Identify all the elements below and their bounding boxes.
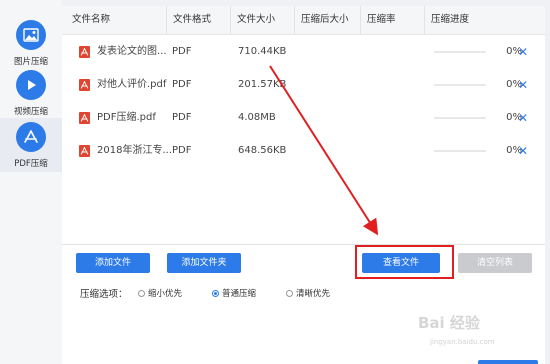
file-size: 201.57KB xyxy=(238,79,287,90)
compression-options-label: 压缩选项： xyxy=(80,289,128,300)
col-compressed-size[interactable]: 压缩后大小 xyxy=(294,6,360,34)
radio-shrink-priority[interactable] xyxy=(138,290,145,297)
col-file-size[interactable]: 文件大小 xyxy=(230,6,294,34)
radio-label: 缩小优先 xyxy=(148,289,183,299)
file-size: 4.08MB xyxy=(238,112,276,123)
col-compression-rate[interactable]: 压缩率 xyxy=(360,6,424,34)
sidebar-item-video-compress[interactable]: 视频压缩 xyxy=(0,70,62,117)
file-format: PDF xyxy=(172,145,192,156)
progress-bar xyxy=(434,84,486,86)
clear-list-button[interactable]: 清空列表 xyxy=(458,253,532,273)
watermark-url: jingyan.baidu.com xyxy=(430,338,495,346)
remove-file-icon[interactable]: ✕ xyxy=(518,102,528,134)
pdf-file-icon xyxy=(79,79,90,91)
file-name: 对他人评价.pdf xyxy=(97,79,167,90)
sidebar-item-label: PDF压缩 xyxy=(14,159,48,169)
file-format: PDF xyxy=(172,79,192,90)
watermark: Bai 经验 xyxy=(418,314,480,332)
progress-bar xyxy=(434,150,486,152)
file-size: 710.44KB xyxy=(238,46,287,57)
file-name: PDF压缩.pdf xyxy=(97,112,156,123)
pdf-file-icon xyxy=(79,46,90,58)
sidebar-item-label: 图片压缩 xyxy=(13,57,48,67)
sidebar: 图片压缩 视频压缩 PDF压缩 xyxy=(0,0,62,364)
radio-label: 普通压缩 xyxy=(222,289,257,299)
col-progress[interactable]: 压缩进度 xyxy=(424,6,545,34)
pdf-file-icon xyxy=(79,145,90,157)
sidebar-item-label: 视频压缩 xyxy=(13,107,48,117)
file-format: PDF xyxy=(172,46,192,57)
table-row[interactable]: PDF压缩.pdf PDF 4.08MB 0% ✕ xyxy=(62,102,545,134)
image-icon xyxy=(16,20,46,50)
table-row[interactable]: 对他人评价.pdf PDF 201.57KB 0% ✕ xyxy=(62,69,545,101)
add-folder-button[interactable]: 添加文件夹 xyxy=(167,253,241,273)
file-format: PDF xyxy=(172,112,192,123)
radio-clarity-priority[interactable] xyxy=(286,290,293,297)
main-panel: 文件名称 文件格式 文件大小 压缩后大小 压缩率 压缩进度 发表论文的图... … xyxy=(62,6,545,364)
file-name: 2018年浙江专... xyxy=(97,145,172,156)
file-table: 文件名称 文件格式 文件大小 压缩后大小 压缩率 压缩进度 发表论文的图... … xyxy=(62,6,545,245)
sidebar-item-pdf-compress[interactable]: PDF压缩 xyxy=(0,118,62,172)
remove-file-icon[interactable]: ✕ xyxy=(518,69,528,101)
progress-bar xyxy=(434,117,486,119)
radio-normal-compress[interactable] xyxy=(212,290,219,297)
table-row[interactable]: 2018年浙江专... PDF 648.56KB 0% ✕ xyxy=(62,135,545,167)
remove-file-icon[interactable]: ✕ xyxy=(518,135,528,167)
file-name: 发表论文的图... xyxy=(97,46,167,57)
table-row[interactable]: 发表论文的图... PDF 710.44KB 0% ✕ xyxy=(62,36,545,68)
progress-bar xyxy=(434,51,486,53)
file-size: 648.56KB xyxy=(238,145,287,156)
annotation-highlight-box xyxy=(355,245,454,279)
play-icon xyxy=(16,70,46,100)
pdf-file-icon xyxy=(79,112,90,124)
col-file-name[interactable]: 文件名称 xyxy=(66,6,166,34)
radio-label: 清晰优先 xyxy=(296,289,331,299)
add-file-button[interactable]: 添加文件 xyxy=(76,253,150,273)
sidebar-item-image-compress[interactable]: 图片压缩 xyxy=(0,20,62,67)
remove-file-icon[interactable]: ✕ xyxy=(518,36,528,68)
col-file-format[interactable]: 文件格式 xyxy=(166,6,230,34)
corner-tab xyxy=(478,360,538,364)
table-header: 文件名称 文件格式 文件大小 压缩后大小 压缩率 压缩进度 xyxy=(62,6,545,35)
pdf-icon xyxy=(16,122,46,152)
